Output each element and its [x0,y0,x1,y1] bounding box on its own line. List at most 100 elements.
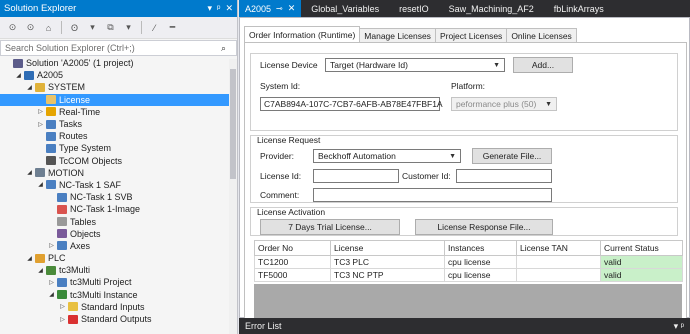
collapse-all-icon[interactable]: ⧉ [103,20,118,35]
tree-item-nc-task-1-svb[interactable]: NC-Task 1 SVB [0,191,237,203]
doc-tab-a2005[interactable]: A2005 ⊸ ✕ [239,0,302,17]
platform-label: Platform: [451,81,486,91]
nc-task-icon [45,180,56,190]
window-menu-icon[interactable]: ▾ [208,3,213,14]
column-header[interactable]: Instances [444,240,517,256]
collapse-arrow-icon[interactable]: ◢ [25,84,34,91]
license-id-field[interactable] [313,169,399,183]
sync-dropdown-icon[interactable]: ▾ [85,20,100,35]
tree-item-type-system[interactable]: Type System [0,142,237,154]
tree-item-tc3multi-instance[interactable]: ◢ tc3Multi Instance [0,289,237,301]
back-icon[interactable]: ⊙ [5,20,20,35]
error-list-bar[interactable]: Error List ▾ ᵖ [239,318,690,334]
tree-item-tables[interactable]: Tables [0,215,237,227]
search-input[interactable]: Search Solution Explorer (Ctrl+;) [5,43,218,53]
tree-item-tc3multi[interactable]: ◢ tc3Multi [0,264,237,276]
tasks-icon [45,119,56,129]
tree-item-license[interactable]: License [0,93,237,106]
customer-id-field[interactable] [456,169,552,183]
doc-tab-label: fbLinkArrays [553,3,604,14]
search-solution-explorer[interactable]: Search Solution Explorer (Ctrl+;) ⌕ [0,40,237,56]
doc-tab-resetio[interactable]: resetIO [389,0,439,17]
table-row[interactable]: TF5000 TC3 NC PTP cpu license valid [254,268,683,282]
license-activation-title: License Activation [257,207,326,217]
comment-field[interactable] [313,188,552,202]
platform-value: peformance plus (50) [456,99,537,109]
collapse-dropdown-icon[interactable]: ▾ [121,20,136,35]
close-icon[interactable]: ✕ [288,3,296,14]
column-header[interactable]: License [330,240,445,256]
collapse-arrow-icon[interactable]: ◢ [36,267,45,274]
collapse-arrow-icon[interactable]: ◢ [25,255,34,262]
tree-item-standard-inputs[interactable]: ▷ Standard Inputs [0,301,237,313]
tree-item-tasks[interactable]: ▷ Tasks [0,118,237,130]
pin-icon[interactable]: ᵖ [217,3,220,14]
realtime-icon [45,107,56,117]
plc-instance-icon [56,290,67,300]
system-id-field[interactable]: C7AB894A-107C-7CB7-6AFB-AB78E47FBF1A [260,97,443,111]
column-header[interactable]: Order No [254,240,331,256]
tree-item-tccom-objects[interactable]: TcCOM Objects [0,155,237,167]
tree-item-label: Routes [59,131,88,142]
tables-icon [56,217,67,227]
document-tabs: A2005 ⊸ ✕ Global_Variables resetIO Saw_M… [239,0,690,17]
tree-item-system[interactable]: ◢ SYSTEM [0,81,237,93]
tree-item-nc-task-1-image[interactable]: NC-Task 1-Image [0,203,237,215]
license-device-value: Target (Hardware Id) [330,60,408,70]
expand-arrow-icon[interactable]: ▷ [47,242,56,249]
tab-online-licenses[interactable]: Online Licenses [506,28,577,42]
sync-icon[interactable]: ʘ [67,20,82,35]
tree-item-label: NC-Task 1 SAF [59,179,122,190]
tree-item-tc3multi-project[interactable]: ▷ tc3Multi Project [0,276,237,288]
table-header-row: Order No License Instances License TAN Curre… [254,240,683,256]
tree-item-real-time[interactable]: ▷ Real-Time [0,106,237,118]
license-device-select[interactable]: Target (Hardware Id) ▼ [325,58,505,72]
collapse-arrow-icon[interactable]: ◢ [47,291,56,298]
tree-item-plc[interactable]: ◢ PLC [0,252,237,264]
expand-arrow-icon[interactable]: ▷ [58,316,67,323]
expand-arrow-icon[interactable]: ▷ [47,279,56,286]
error-list-title: Error List [245,321,282,331]
tree-scrollbar[interactable] [229,59,237,334]
doc-tab-fblinkarrays[interactable]: fbLinkArrays [544,0,614,17]
tree-item-routes[interactable]: Routes [0,130,237,142]
expand-arrow-icon[interactable]: ▷ [36,108,45,115]
home-icon[interactable]: ⌂ [41,20,56,35]
error-list-controls[interactable]: ▾ ᵖ [674,321,684,332]
search-icon[interactable]: ⌕ [218,43,229,53]
trial-license-button[interactable]: 7 Days Trial License... [260,219,400,235]
tab-order-information[interactable]: Order Information (Runtime) [244,26,361,42]
tree-item-axes[interactable]: ▷ Axes [0,240,237,252]
column-header[interactable]: Current Status [600,240,683,256]
preview-icon[interactable]: ━ [165,20,180,35]
provider-select[interactable]: Beckhoff Automation ▼ [313,149,461,163]
tab-project-licenses[interactable]: Project Licenses [434,28,508,42]
doc-tab-saw-machining[interactable]: Saw_Machining_AF2 [439,0,544,17]
generate-file-button[interactable]: Generate File... [472,148,552,164]
inputs-icon [67,302,78,312]
column-header[interactable]: License TAN [516,240,601,256]
add-button[interactable]: Add... [513,57,573,73]
tree-item-label: Solution 'A2005' (1 project) [26,58,134,69]
properties-icon[interactable]: ⁄ [147,20,162,35]
license-response-file-button[interactable]: License Response File... [415,219,553,235]
scrollbar-thumb[interactable] [230,69,236,179]
tree-item-motion[interactable]: ◢ MOTION [0,167,237,179]
close-icon[interactable]: ✕ [225,3,233,14]
collapse-arrow-icon[interactable]: ◢ [14,72,23,79]
doc-tab-global-variables[interactable]: Global_Variables [301,0,389,17]
tab-manage-licenses[interactable]: Manage Licenses [359,28,436,42]
tree-item-label: PLC [48,253,66,264]
table-row[interactable]: TC1200 TC3 PLC cpu license valid [254,255,683,269]
tree-item-solution-a2005-1-project[interactable]: Solution 'A2005' (1 project) [0,57,237,69]
tree-item-nc-task-1-saf[interactable]: ◢ NC-Task 1 SAF [0,179,237,191]
collapse-arrow-icon[interactable]: ◢ [25,169,34,176]
tree-item-a2005[interactable]: ◢ A2005 [0,69,237,81]
tree-item-objects[interactable]: Objects [0,228,237,240]
collapse-arrow-icon[interactable]: ◢ [36,181,45,188]
forward-icon[interactable]: ⊙ [23,20,38,35]
expand-arrow-icon[interactable]: ▷ [58,303,67,310]
expand-arrow-icon[interactable]: ▷ [36,121,45,128]
tree-item-standard-outputs[interactable]: ▷ Standard Outputs [0,313,237,325]
pin-icon[interactable]: ⊸ [276,4,283,13]
